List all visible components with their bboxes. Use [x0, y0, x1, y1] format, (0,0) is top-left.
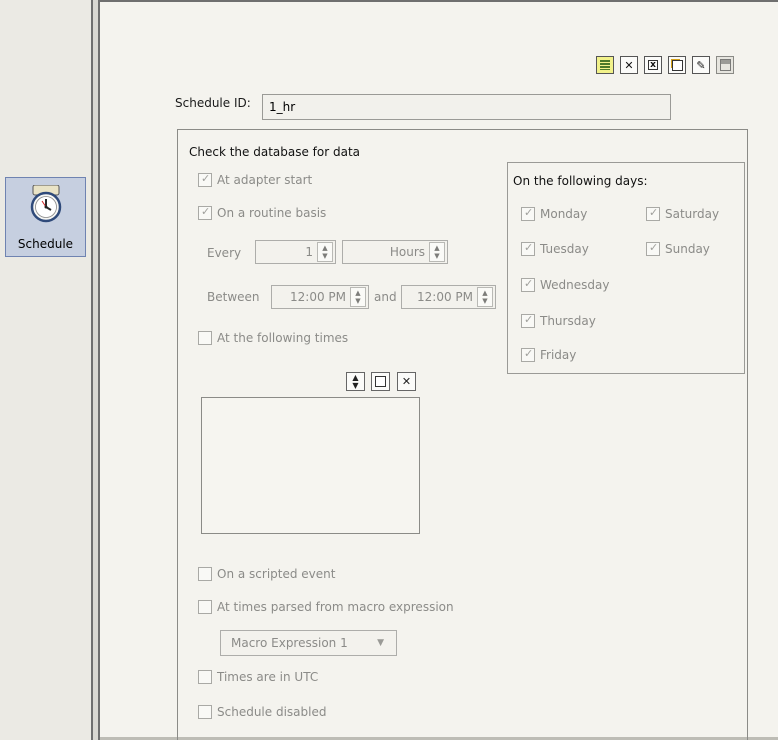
- between-label: Between: [207, 290, 260, 304]
- days-group-title: On the following days:: [513, 174, 648, 188]
- checkbox-label: Tuesday: [540, 242, 589, 256]
- checkbox-box: [521, 313, 535, 328]
- utc-checkbox[interactable]: Times are in UTC: [198, 668, 318, 686]
- edit-button[interactable]: ✎: [692, 56, 710, 74]
- checkbox-label: Schedule disabled: [217, 705, 327, 719]
- checkbox-box: [198, 705, 212, 719]
- up-down-arrows-icon: ▲ ▼: [352, 372, 359, 390]
- new-icon: [671, 59, 683, 71]
- clear-icon: x: [648, 60, 658, 70]
- checkbox-box: [521, 277, 535, 292]
- scripted-event-checkbox[interactable]: On a scripted event: [198, 565, 335, 583]
- checkbox-label: Thursday: [540, 314, 596, 328]
- and-label: and: [374, 290, 397, 304]
- checkbox-box: [198, 172, 212, 187]
- end-time-value: 12:00 PM: [417, 290, 473, 304]
- checkbox-box: [521, 241, 535, 256]
- every-stepper[interactable]: 1 ▲ ▼: [255, 240, 336, 264]
- following-times-checkbox[interactable]: At the following times: [198, 329, 348, 347]
- days-group: [507, 162, 745, 374]
- checkbox-box: [646, 241, 660, 256]
- wednesday-checkbox[interactable]: Wednesday: [521, 276, 609, 294]
- checkbox-box: [521, 347, 535, 362]
- nav-divider-inner: [98, 0, 100, 740]
- new-icon: [375, 376, 386, 387]
- save-icon: [719, 59, 731, 71]
- between-end-time[interactable]: 12:00 PM ▲ ▼: [401, 285, 496, 309]
- schedule-id-label: Schedule ID:: [175, 96, 251, 110]
- group-title: Check the database for data: [189, 145, 361, 159]
- edit-icon: ✎: [696, 58, 706, 72]
- checkbox-label: At adapter start: [217, 173, 313, 187]
- spinner-arrows-icon[interactable]: ▲ ▼: [477, 287, 493, 307]
- tuesday-checkbox[interactable]: Tuesday: [521, 240, 589, 258]
- checkbox-label: At times parsed from macro expression: [217, 600, 454, 614]
- times-list[interactable]: [201, 397, 420, 534]
- start-time-value: 12:00 PM: [290, 290, 346, 304]
- panel-top-border: [100, 0, 778, 2]
- chevron-down-icon: ▼: [377, 638, 384, 648]
- macro-times-checkbox[interactable]: At times parsed from macro expression: [198, 598, 454, 616]
- macro-select-value: Macro Expression 1: [231, 636, 348, 650]
- schedule-id-input[interactable]: [262, 94, 671, 120]
- checkbox-box: [198, 567, 212, 581]
- list-button[interactable]: [596, 56, 614, 74]
- save-button[interactable]: [716, 56, 734, 74]
- spinner-arrows-icon[interactable]: ▲ ▼: [350, 287, 366, 307]
- interval-unit-value: Hours: [389, 245, 425, 259]
- checkbox-box: [646, 206, 660, 221]
- at-adapter-start-checkbox[interactable]: At adapter start: [198, 171, 312, 189]
- checkbox-box: [198, 205, 212, 220]
- routine-basis-checkbox[interactable]: On a routine basis: [198, 204, 326, 222]
- list-icon: [600, 60, 610, 70]
- sort-button[interactable]: ▲ ▼: [346, 372, 365, 391]
- sunday-checkbox[interactable]: Sunday: [646, 240, 710, 258]
- checkbox-label: Monday: [540, 207, 588, 221]
- clear-button[interactable]: x: [644, 56, 662, 74]
- checkbox-box: [198, 331, 212, 345]
- remove-time-button[interactable]: ✕: [397, 372, 416, 391]
- checkbox-label: At the following times: [217, 331, 349, 345]
- delete-icon: ✕: [401, 375, 412, 388]
- saturday-checkbox[interactable]: Saturday: [646, 205, 719, 223]
- left-nav: [0, 0, 91, 740]
- nav-item-schedule[interactable]: Schedule: [5, 177, 86, 257]
- clock-icon: [30, 185, 62, 223]
- schedule-disabled-checkbox[interactable]: Schedule disabled: [198, 703, 326, 721]
- spinner-arrows-icon[interactable]: ▲ ▼: [317, 242, 333, 262]
- interval-unit-select[interactable]: Hours ▲ ▼: [342, 240, 448, 264]
- delete-button[interactable]: ✕: [620, 56, 638, 74]
- checkbox-label: On a routine basis: [217, 206, 327, 220]
- add-time-button[interactable]: [371, 372, 390, 391]
- every-label: Every: [207, 246, 242, 260]
- checkbox-label: Friday: [540, 348, 577, 362]
- checkbox-box: [198, 670, 212, 684]
- checkbox-label: On a scripted event: [217, 567, 336, 581]
- macro-expression-select[interactable]: Macro Expression 1 ▼: [220, 630, 397, 656]
- checkbox-label: Wednesday: [540, 278, 610, 292]
- friday-checkbox[interactable]: Friday: [521, 346, 576, 364]
- checkbox-label: Saturday: [665, 207, 720, 221]
- delete-icon: ✕: [624, 58, 634, 72]
- every-value: 1: [305, 245, 313, 259]
- checkbox-box: [198, 600, 212, 614]
- checkbox-label: Sunday: [665, 242, 710, 256]
- checkbox-label: Times are in UTC: [217, 670, 319, 684]
- checkbox-box: [521, 206, 535, 221]
- new-button[interactable]: [668, 56, 686, 74]
- nav-item-label: Schedule: [17, 237, 74, 251]
- between-start-time[interactable]: 12:00 PM ▲ ▼: [271, 285, 369, 309]
- spinner-arrows-icon[interactable]: ▲ ▼: [429, 242, 445, 262]
- monday-checkbox[interactable]: Monday: [521, 205, 587, 223]
- thursday-checkbox[interactable]: Thursday: [521, 312, 596, 330]
